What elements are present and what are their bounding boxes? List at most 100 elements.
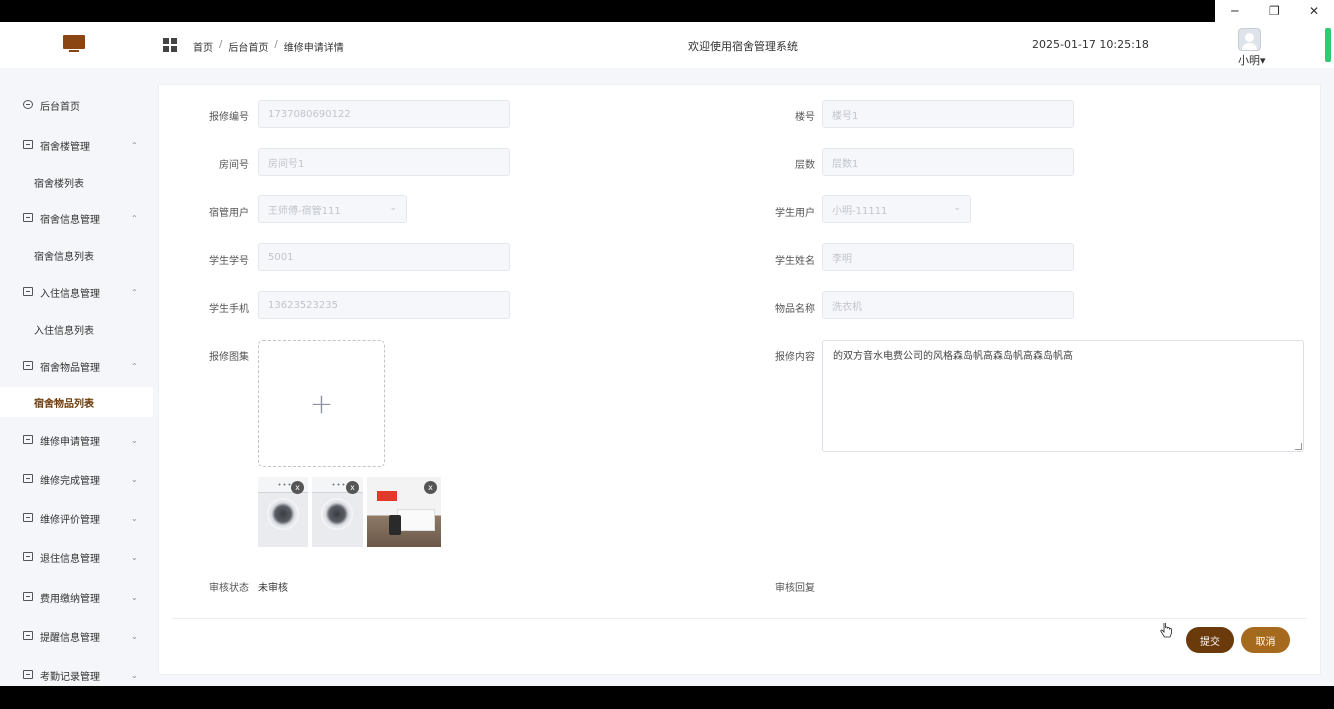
sidebar-item-fee-mgmt[interactable]: 费用缴纳管理 ⌄ [0,585,153,609]
sidebar-item-label: 费用缴纳管理 [40,593,100,605]
breadcrumb-separator: / [219,39,223,50]
room-no-field[interactable]: 房间号1 [258,148,510,176]
chevron-down-icon: ⌄ [131,631,138,641]
student-name-label: 学生姓名 [775,256,815,267]
menu-icon [23,592,33,601]
sidebar-item-checkin-mgmt[interactable]: 入住信息管理 ⌃ [0,280,153,304]
chevron-down-icon: ⌄ [953,203,961,213]
chevron-down-icon: ⌄ [131,552,138,562]
breadcrumb-separator: / [274,39,278,50]
breadcrumb-dashboard[interactable]: 后台首页 [228,39,268,54]
delete-image-button[interactable]: x [424,481,437,494]
repair-content-textarea[interactable]: 的双方音水电费公司的风格森岛帆高森岛帆高森岛帆高 [822,340,1304,452]
repair-content-text: 的双方音水电费公司的风格森岛帆高森岛帆高森岛帆高 [833,351,1073,362]
sidebar-item-label: 维修完成管理 [40,475,100,487]
manager-user-select[interactable]: 王师傅-宿管111 ⌄ [258,195,407,223]
sidebar-item-repair-review-mgmt[interactable]: 维修评价管理 ⌄ [0,506,153,530]
close-button[interactable]: ✕ [1294,0,1334,22]
building-no-label: 楼号 [795,112,815,123]
hand-cursor-icon [1160,623,1172,638]
logo-icon[interactable] [63,35,85,53]
repair-detail-form: 报修编号 1737080690122 楼号 楼号1 房间号 房间号1 层数 层数… [158,84,1321,675]
sidebar-subitem-building-list[interactable]: 宿舍楼列表 [0,167,153,197]
window-controls: ─ ❐ ✕ [1215,0,1334,22]
menu-icon [23,435,33,444]
chevron-down-icon: ⌄ [389,203,397,213]
menu-icon [23,513,33,522]
sidebar-item-building-mgmt[interactable]: 宿舍楼管理 ⌃ [0,133,153,157]
sidebar-item-label: 考勤记录管理 [40,671,100,683]
chevron-down-icon: ⌄ [131,592,138,602]
sidebar: 后台首页 宿舍楼管理 ⌃ 宿舍楼列表 宿舍信息管理 ⌃ 宿舍信息列表 入住信息管理 ⌃… [0,68,153,686]
scroll-indicator[interactable] [1325,28,1331,62]
item-name-field[interactable]: 洗衣机 [822,291,1074,319]
menu-icon [23,552,33,561]
sidebar-subitem-item-list[interactable]: 宿舍物品列表 [0,387,153,417]
building-no-field[interactable]: 楼号1 [822,100,1074,128]
delete-image-button[interactable]: x [291,481,304,494]
sidebar-item-item-mgmt[interactable]: 宿舍物品管理 ⌃ [0,354,153,378]
image-upload-button[interactable]: + [258,340,385,467]
student-phone-field[interactable]: 13623523235 [258,291,510,319]
sidebar-item-label: 入住信息管理 [40,288,100,300]
restore-button[interactable]: ❐ [1255,0,1295,22]
clock-icon [23,100,33,109]
sidebar-item-repair-done-mgmt[interactable]: 维修完成管理 ⌄ [0,467,153,491]
avatar[interactable] [1238,28,1261,51]
gallery-thumbnail-washer[interactable]: x [258,477,308,547]
caret-down-icon: ▾ [1260,54,1266,67]
repair-no-field[interactable]: 1737080690122 [258,100,510,128]
audit-reply-label: 审核回复 [775,583,815,594]
sidebar-item-label: 维修申请管理 [40,436,100,448]
sidebar-item-reminder-mgmt[interactable]: 提醒信息管理 ⌄ [0,624,153,648]
chevron-up-icon: ⌃ [131,361,138,371]
sidebar-item-dashboard[interactable]: 后台首页 [0,93,153,117]
chevron-down-icon: ⌄ [131,435,138,445]
student-id-label: 学生学号 [209,256,249,267]
sidebar-item-label: 宿舍楼管理 [40,141,90,153]
datetime-display: 2025-01-17 10:25:18 [1032,38,1149,51]
menu-icon [23,361,33,370]
sidebar-item-dorm-info-mgmt[interactable]: 宿舍信息管理 ⌃ [0,206,153,230]
breadcrumb-home[interactable]: 首页 [193,39,213,54]
delete-image-button[interactable]: x [346,481,359,494]
student-id-field[interactable]: 5001 [258,243,510,271]
sidebar-item-label: 宿舍物品列表 [34,398,94,410]
content-label: 报修内容 [775,352,815,363]
plus-icon: + [309,387,334,420]
user-menu[interactable]: 小明▾ [1238,52,1266,68]
header: 首页 / 后台首页 / 维修申请详情 欢迎使用宿舍管理系统 2025-01-17… [0,22,1334,68]
student-user-select[interactable]: 小明-11111 ⌄ [822,195,971,223]
breadcrumb-current: 维修申请详情 [283,43,344,54]
divider [172,618,1307,619]
cancel-button[interactable]: 取消 [1241,627,1290,653]
chevron-down-icon: ⌄ [131,670,138,680]
sidebar-item-label: 维修评价管理 [40,514,100,526]
gallery-thumbnail-desk[interactable]: x [367,477,441,547]
student-name-field[interactable]: 李明 [822,243,1074,271]
os-bottom-bar [0,686,1334,709]
chevron-down-icon: ⌄ [131,474,138,484]
student-user-value: 小明-11111 [832,205,888,217]
gallery-thumbnail-washer[interactable]: x [312,477,363,547]
audit-status-label: 审核状态 [209,583,249,594]
sidebar-item-checkout-mgmt[interactable]: 退住信息管理 ⌄ [0,545,153,569]
menu-icon [23,140,33,149]
floor-field[interactable]: 层数1 [822,148,1074,176]
sidebar-subitem-dorm-info-list[interactable]: 宿舍信息列表 [0,240,153,270]
menu-icon [23,631,33,640]
menu-icon [23,670,33,679]
chevron-up-icon: ⌃ [131,213,138,223]
grid-menu-icon[interactable] [163,38,177,52]
username-label: 小明 [1238,54,1260,67]
menu-icon [23,474,33,483]
sidebar-item-repair-request-mgmt[interactable]: 维修申请管理 ⌄ [0,428,153,452]
sidebar-subitem-checkin-list[interactable]: 入住信息列表 [0,314,153,344]
submit-button[interactable]: 提交 [1186,627,1234,653]
minimize-button[interactable]: ─ [1215,0,1255,22]
menu-icon [23,287,33,296]
resize-handle[interactable] [1295,443,1302,450]
sidebar-item-attendance-mgmt[interactable]: 考勤记录管理 ⌄ [0,663,153,686]
sidebar-item-label: 宿舍楼列表 [34,178,84,190]
sidebar-item-label: 宿舍信息管理 [40,214,100,226]
